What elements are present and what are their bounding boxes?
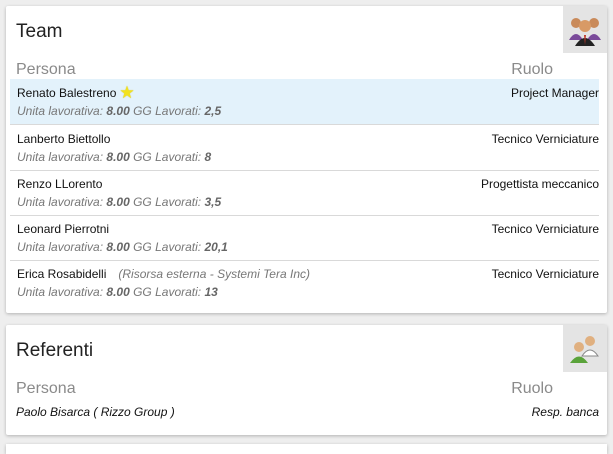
member-name-wrap: Lanberto Biettollo bbox=[17, 132, 110, 146]
member-name: Erica Rosabidelli bbox=[17, 267, 107, 281]
unit-label: Unita lavorativa: bbox=[17, 240, 104, 254]
member-name: Renato Balestreno bbox=[17, 86, 117, 100]
member-name: Lanberto Biettollo bbox=[17, 132, 111, 146]
referenti-title: Referenti bbox=[16, 340, 94, 361]
days-value: 13 bbox=[204, 285, 218, 299]
member-name: Leonard Pierrotni bbox=[17, 222, 110, 236]
unit-value: 8.00 bbox=[106, 104, 130, 118]
member-role: Tecnico Verniciature bbox=[491, 222, 599, 236]
member-detail: Unita lavorativa: 8.00 GG Lavorati: 13 bbox=[17, 285, 218, 299]
referenti-col-person: Persona bbox=[16, 380, 76, 397]
team-member-row[interactable]: Leonard Pierrotni Tecnico Verniciature U… bbox=[10, 215, 599, 261]
days-value: 2,5 bbox=[204, 104, 222, 118]
member-external-note: (Risorsa esterna - Systemi Tera Inc) bbox=[118, 267, 310, 281]
unit-label: Unita lavorativa: bbox=[17, 195, 104, 209]
member-role: Tecnico Verniciature bbox=[491, 267, 599, 281]
days-value: 20,1 bbox=[204, 240, 228, 254]
referenti-col-role: Ruolo bbox=[511, 380, 553, 397]
member-role: Project Manager bbox=[510, 86, 599, 100]
unit-value: 8.00 bbox=[106, 285, 130, 299]
member-name: Renzo LLorento bbox=[17, 177, 103, 191]
member-name-wrap: Leonard Pierrotni bbox=[17, 222, 109, 236]
unit-label: Unita lavorativa: bbox=[17, 285, 104, 299]
team-member-row[interactable]: Renato Balestreno ★ Project Manager Unit… bbox=[10, 79, 599, 125]
team-member-row[interactable]: Lanberto Biettollo Tecnico Verniciature … bbox=[10, 125, 599, 171]
unit-label: Unita lavorativa: bbox=[17, 104, 104, 118]
days-label: GG Lavorati: bbox=[133, 240, 202, 254]
days-label: GG Lavorati: bbox=[133, 104, 202, 118]
team-col-role: Ruolo bbox=[511, 61, 553, 78]
team-col-person: Persona bbox=[16, 61, 76, 78]
referente-name[interactable]: Paolo Bisarca ( Rizzo Group ) bbox=[16, 405, 175, 419]
member-detail: Unita lavorativa: 8.00 GG Lavorati: 20,1 bbox=[17, 240, 228, 254]
member-name-wrap: Erica Rosabidelli (Risorsa esterna - Sys… bbox=[17, 267, 310, 281]
member-role: Progettista meccanico bbox=[480, 177, 599, 191]
member-detail: Unita lavorativa: 8.00 GG Lavorati: 8 bbox=[17, 150, 211, 164]
member-detail: Unita lavorativa: 8.00 GG Lavorati: 2,5 bbox=[17, 104, 221, 118]
team-panel: Team Persona Ruolo Renato Balestreno ★ P… bbox=[6, 6, 607, 313]
unit-value: 8.00 bbox=[106, 150, 130, 164]
team-member-row[interactable]: Erica Rosabidelli (Risorsa esterna - Sys… bbox=[10, 260, 599, 305]
member-detail: Unita lavorativa: 8.00 GG Lavorati: 3,5 bbox=[17, 195, 221, 209]
days-value: 8 bbox=[204, 150, 212, 164]
days-label: GG Lavorati: bbox=[133, 150, 202, 164]
team-group-icon bbox=[563, 6, 607, 53]
team-member-row[interactable]: Renzo LLorento Progettista meccanico Uni… bbox=[10, 170, 599, 216]
unit-value: 8.00 bbox=[106, 240, 130, 254]
member-name-wrap: Renato Balestreno ★ bbox=[17, 83, 135, 102]
team-title: Team bbox=[16, 21, 63, 42]
member-role: Tecnico Verniciature bbox=[491, 132, 599, 146]
unit-value: 8.00 bbox=[106, 195, 130, 209]
contacts-icon bbox=[563, 325, 607, 372]
next-panel-edge bbox=[6, 444, 607, 454]
days-label: GG Lavorati: bbox=[133, 195, 202, 209]
referente-role: Resp. banca bbox=[531, 405, 599, 419]
star-icon: ★ bbox=[119, 83, 135, 102]
member-name-wrap: Renzo LLorento bbox=[17, 177, 102, 191]
unit-label: Unita lavorativa: bbox=[17, 150, 104, 164]
referenti-panel: Referenti Persona Ruolo Paolo Bisarca ( … bbox=[6, 325, 607, 435]
days-value: 3,5 bbox=[204, 195, 222, 209]
days-label: GG Lavorati: bbox=[133, 285, 202, 299]
